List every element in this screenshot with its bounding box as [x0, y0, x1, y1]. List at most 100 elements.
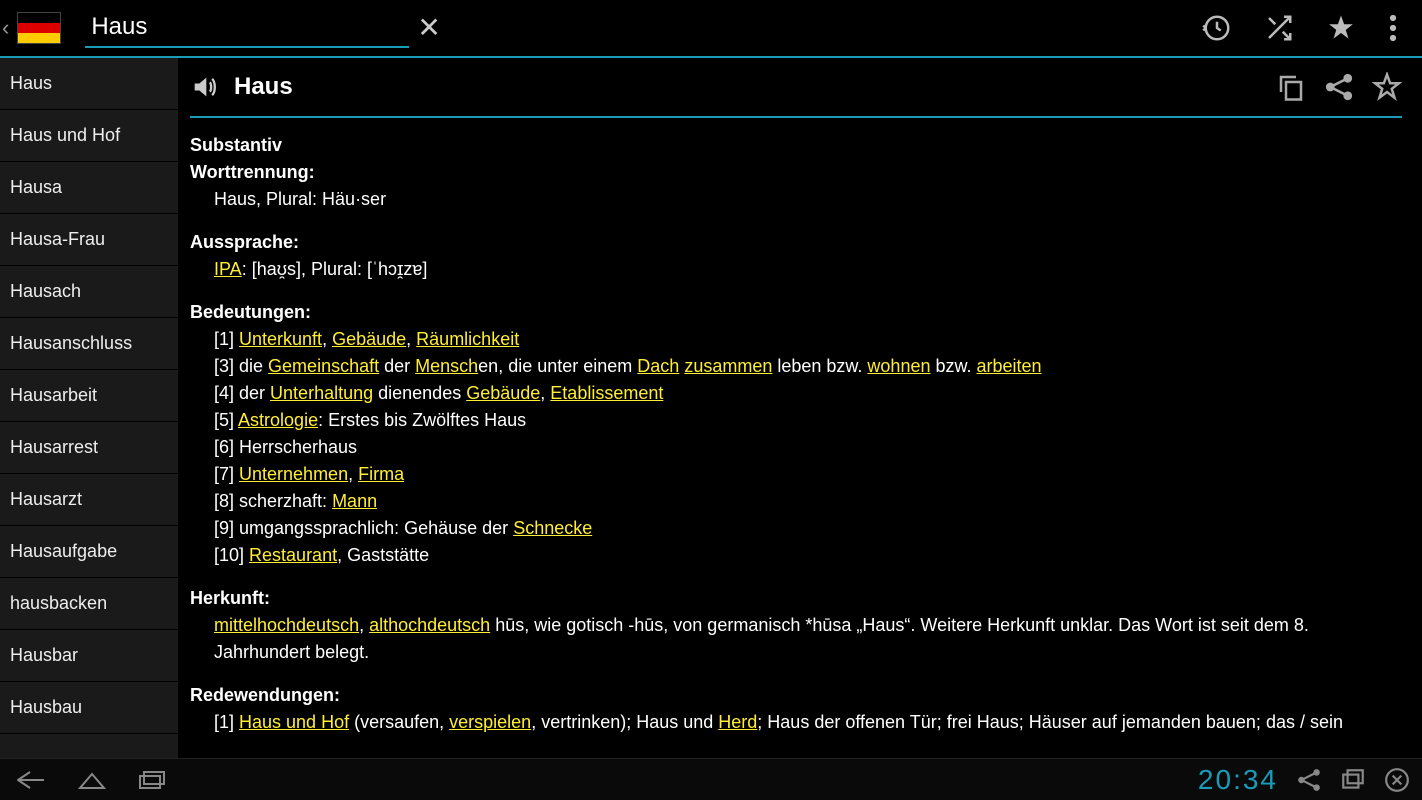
- meaning-number: [3]: [214, 356, 239, 376]
- text-run: der: [379, 356, 415, 376]
- redewendungen-label: Redewendungen:: [190, 682, 1402, 709]
- clock[interactable]: 20:34: [1198, 764, 1278, 796]
- share-icon[interactable]: [1324, 72, 1354, 102]
- sidebar-item[interactable]: Hausach: [0, 266, 178, 318]
- dict-link[interactable]: Unterkunft: [239, 329, 322, 349]
- text-run: scherzhaft:: [239, 491, 332, 511]
- dict-link[interactable]: Gebäude: [332, 329, 406, 349]
- text-run: en, die unter einem: [478, 356, 637, 376]
- dict-link[interactable]: althochdeutsch: [369, 615, 490, 635]
- dict-link[interactable]: Räumlichkeit: [416, 329, 519, 349]
- menu-overflow-icon[interactable]: [1388, 13, 1398, 43]
- text-run: der: [239, 383, 270, 403]
- dict-link[interactable]: Etablissement: [550, 383, 663, 403]
- sidebar-item[interactable]: Hausarrest: [0, 422, 178, 474]
- main-area: HausHaus und HofHausaHausa-FrauHausachHa…: [0, 58, 1422, 758]
- status-close-icon[interactable]: [1384, 767, 1410, 793]
- aussprache-label: Aussprache:: [190, 229, 1402, 256]
- dict-link[interactable]: verspielen: [449, 712, 531, 732]
- pos-section: Substantiv Worttrennung: Haus, Plural: H…: [190, 132, 1402, 213]
- sidebar-word-list[interactable]: HausHaus und HofHausaHausa-FrauHausachHa…: [0, 58, 178, 758]
- sidebar-item[interactable]: Hausbau: [0, 682, 178, 734]
- worttrennung-label: Worttrennung:: [190, 159, 1402, 186]
- sidebar-item[interactable]: Hausarbeit: [0, 370, 178, 422]
- status-right: 20:34: [1198, 764, 1410, 796]
- dict-link[interactable]: Herd: [718, 712, 757, 732]
- meaning-row: [10] Restaurant, Gaststätte: [214, 542, 1402, 569]
- divider: [190, 116, 1402, 118]
- dict-link[interactable]: Unterhaltung: [270, 383, 373, 403]
- meanings-list: [1] Unterkunft, Gebäude, Räumlichkeit [3]…: [190, 326, 1402, 569]
- sidebar-item[interactable]: Haus: [0, 58, 178, 110]
- meaning-number: [8]: [214, 491, 239, 511]
- text-run: ,: [540, 383, 550, 403]
- text-run: ; Haus der offenen Tür; frei Haus; Häuse…: [757, 712, 1343, 732]
- dict-link[interactable]: Mann: [332, 491, 377, 511]
- meaning-row: [6] Herrscherhaus: [214, 434, 1402, 461]
- meaning-number: [6]: [214, 437, 239, 457]
- bedeutungen-section: Bedeutungen: [1] Unterkunft, Gebäude, Rä…: [190, 299, 1402, 569]
- ipa-line: IPA: [haʊ̯s], Plural: [ˈhɔɪ̯zɐ]: [190, 256, 1402, 283]
- sidebar-item[interactable]: Hausa: [0, 162, 178, 214]
- favorite-star-icon[interactable]: [1326, 13, 1356, 43]
- back-button[interactable]: ‹: [2, 15, 9, 41]
- history-icon[interactable]: [1202, 13, 1232, 43]
- text-run: ,: [406, 329, 416, 349]
- home-nav-icon[interactable]: [76, 768, 108, 792]
- dict-link[interactable]: Haus und Hof: [239, 712, 349, 732]
- dict-link[interactable]: Firma: [358, 464, 404, 484]
- search-container: ✕: [85, 8, 409, 48]
- search-input[interactable]: [85, 9, 407, 45]
- redewendungen-section: Redewendungen: [1] Haus und Hof (versauf…: [190, 682, 1402, 736]
- dict-link[interactable]: Mensch: [415, 356, 478, 376]
- meaning-row: [5] Astrologie: Erstes bis Zwölftes Haus: [214, 407, 1402, 434]
- worttrennung-value: Haus, Plural: Häu·ser: [190, 186, 1402, 213]
- herkunft-section: Herkunft: mittelhochdeutsch, althochdeut…: [190, 585, 1402, 666]
- text-run: leben bzw.: [772, 356, 867, 376]
- entry-headword: Haus: [234, 73, 293, 101]
- dict-link[interactable]: Gemeinschaft: [268, 356, 379, 376]
- status-windows-icon[interactable]: [1340, 767, 1366, 793]
- dict-link[interactable]: Astrologie: [238, 410, 318, 430]
- copy-icon[interactable]: [1276, 72, 1306, 102]
- ipa-link[interactable]: IPA: [214, 259, 242, 279]
- herkunft-text: mittelhochdeutsch, althochdeutsch hūs, w…: [190, 612, 1402, 666]
- herkunft-label: Herkunft:: [190, 585, 1402, 612]
- dict-link[interactable]: zusammen: [684, 356, 772, 376]
- sidebar-item[interactable]: Hausa-Frau: [0, 214, 178, 266]
- meaning-row: [7] Unternehmen, Firma: [214, 461, 1402, 488]
- meaning-row: [8] scherzhaft: Mann: [214, 488, 1402, 515]
- dict-link[interactable]: Dach: [637, 356, 679, 376]
- shuffle-icon[interactable]: [1264, 13, 1294, 43]
- sidebar-item[interactable]: Haus und Hof: [0, 110, 178, 162]
- dict-link[interactable]: Gebäude: [466, 383, 540, 403]
- star-outline-icon[interactable]: [1372, 72, 1402, 102]
- german-flag-icon[interactable]: [17, 12, 61, 44]
- back-nav-icon[interactable]: [12, 768, 48, 792]
- dict-link[interactable]: Schnecke: [513, 518, 592, 538]
- dict-link[interactable]: Restaurant: [249, 545, 337, 565]
- sidebar-item[interactable]: Hausbar: [0, 630, 178, 682]
- status-share-icon[interactable]: [1296, 767, 1322, 793]
- dict-link[interactable]: mittelhochdeutsch: [214, 615, 359, 635]
- sidebar-item[interactable]: hausbacken: [0, 578, 178, 630]
- dict-link[interactable]: Unternehmen: [239, 464, 348, 484]
- meaning-number: [5]: [214, 410, 238, 430]
- entry-header: Haus: [190, 64, 1402, 116]
- meaning-row: [1] Unterkunft, Gebäude, Räumlichkeit: [214, 326, 1402, 353]
- sidebar-item[interactable]: Hausanschluss: [0, 318, 178, 370]
- speaker-icon[interactable]: [190, 73, 218, 101]
- dict-link[interactable]: arbeiten: [977, 356, 1042, 376]
- system-nav-bar: 20:34: [0, 758, 1422, 800]
- recent-apps-nav-icon[interactable]: [136, 768, 168, 792]
- clear-search-button[interactable]: ✕: [407, 11, 450, 44]
- pos-label: Substantiv: [190, 132, 1402, 159]
- dict-link[interactable]: wohnen: [867, 356, 930, 376]
- text-run: ,: [322, 329, 332, 349]
- text-run: : Erstes bis Zwölftes Haus: [318, 410, 526, 430]
- sidebar-item[interactable]: Hausaufgabe: [0, 526, 178, 578]
- meaning-number: [1]: [214, 329, 239, 349]
- text-run: ,: [359, 615, 369, 635]
- sidebar-item[interactable]: Hausarzt: [0, 474, 178, 526]
- top-bar: ‹ ✕: [0, 0, 1422, 58]
